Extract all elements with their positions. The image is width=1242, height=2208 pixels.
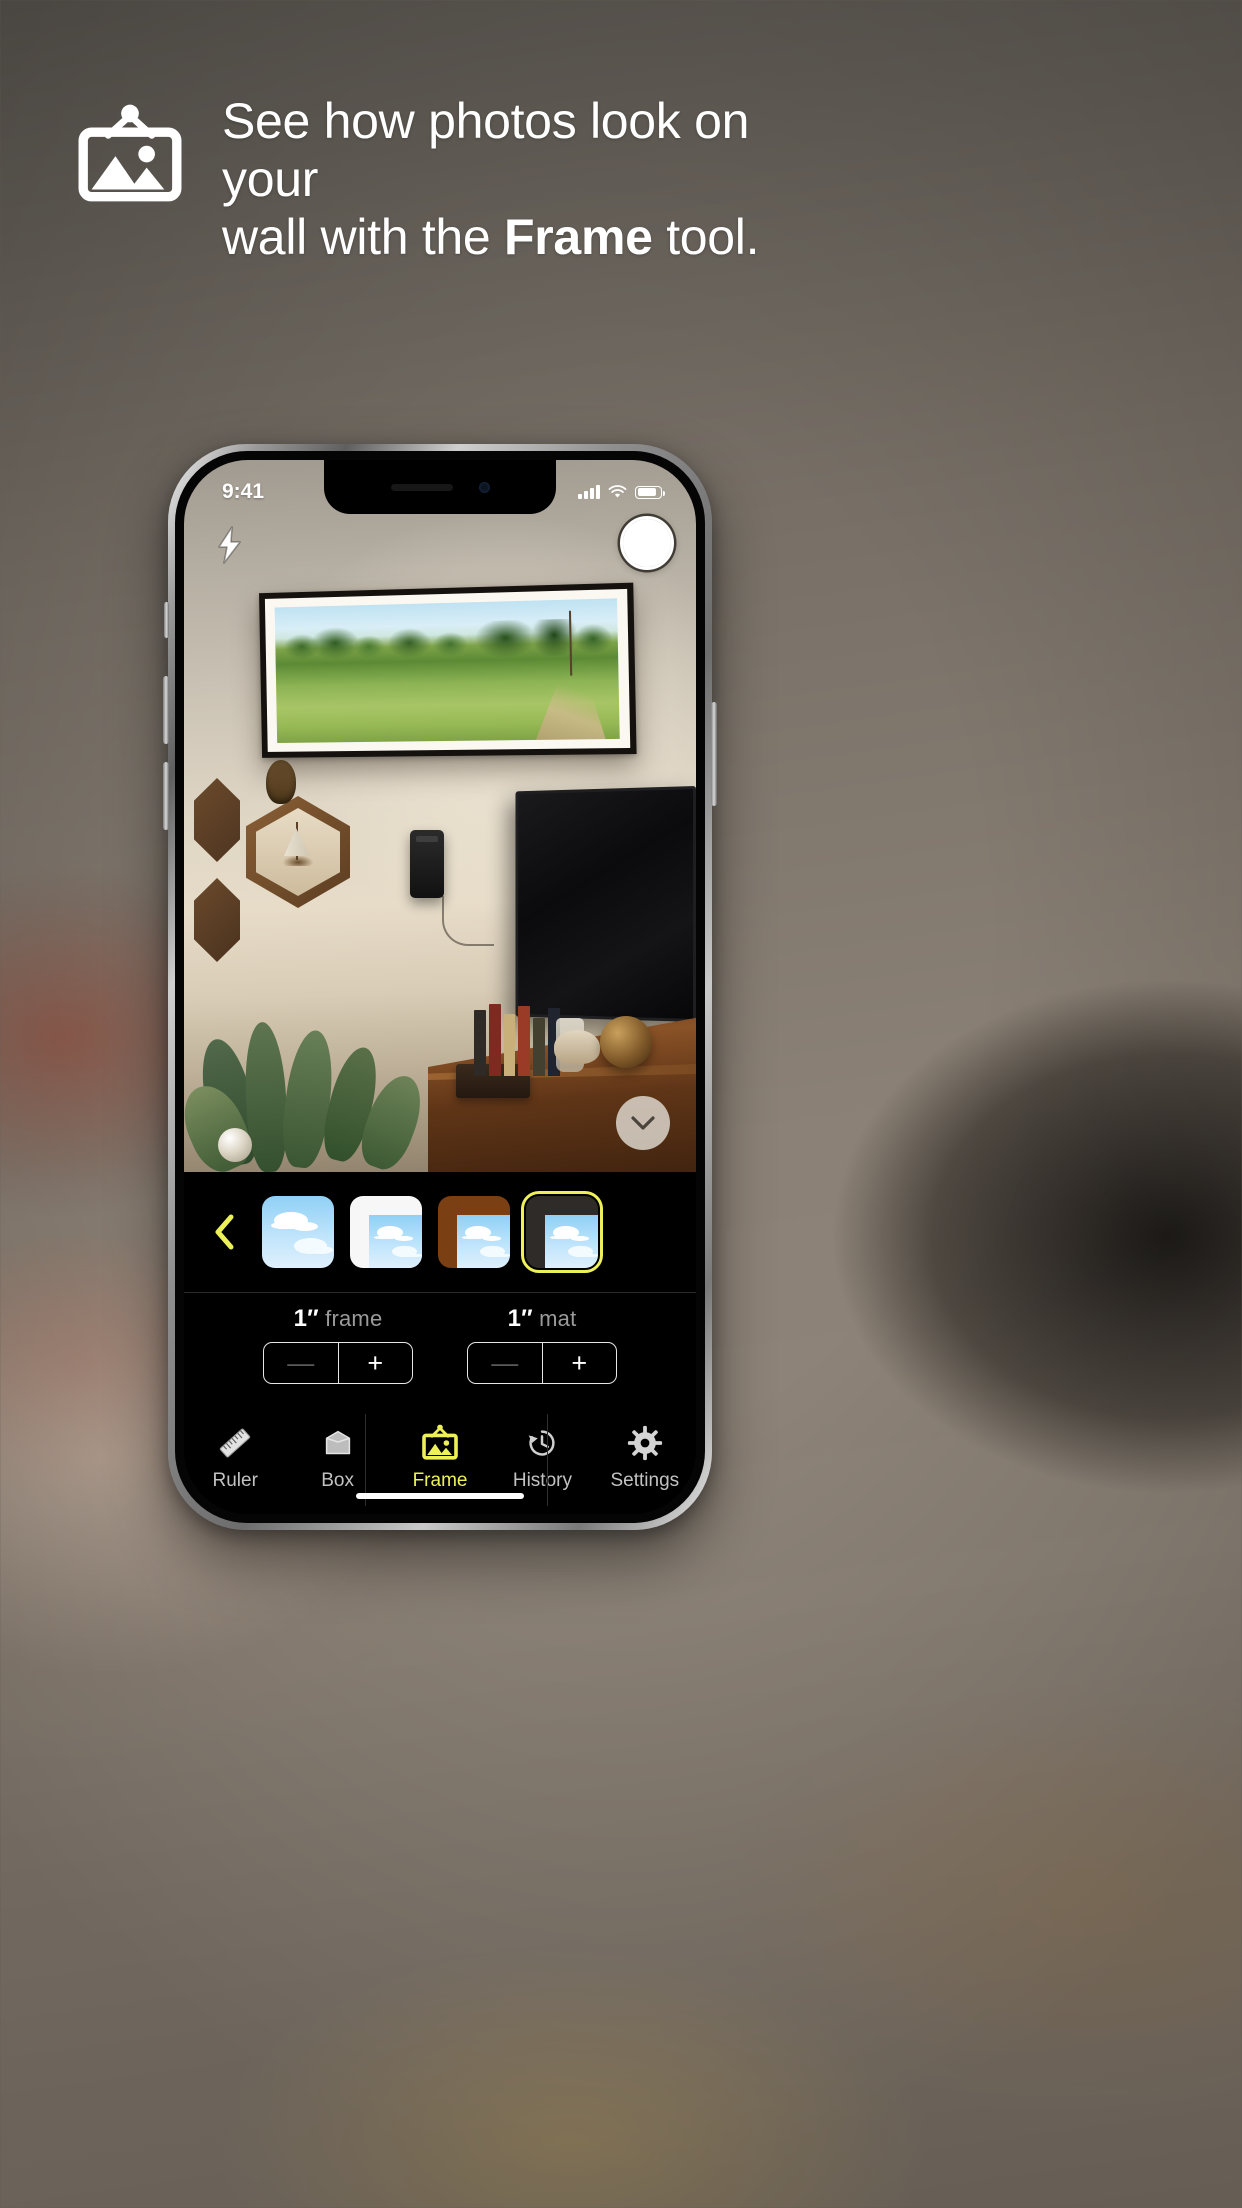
decor-ornament bbox=[218, 1128, 252, 1162]
speaker-wire bbox=[442, 896, 494, 946]
sky-photo-swatch bbox=[262, 1196, 334, 1268]
frame-style-thumb-white[interactable] bbox=[350, 1196, 422, 1268]
frame-style-thumb-brown[interactable] bbox=[438, 1196, 510, 1268]
headline-line-1: See how photos look on your bbox=[222, 93, 750, 207]
framed-picture-icon bbox=[78, 104, 182, 202]
flash-toggle-button[interactable] bbox=[206, 522, 252, 568]
home-indicator[interactable] bbox=[356, 1493, 524, 1499]
shutter-button[interactable] bbox=[620, 516, 674, 570]
chevron-down-icon bbox=[631, 1116, 655, 1130]
frame-width-value: 1″ bbox=[293, 1305, 319, 1332]
silent-switch[interactable] bbox=[164, 602, 169, 638]
tab-ruler[interactable]: Ruler bbox=[184, 1422, 286, 1492]
status-time: 9:41 bbox=[222, 480, 265, 503]
tab-settings-label: Settings bbox=[610, 1470, 680, 1491]
photo-path bbox=[499, 666, 605, 740]
size-adjust-controls: 1″ frame — + 1″ mat — + bbox=[184, 1292, 696, 1408]
volume-up-button[interactable] bbox=[163, 676, 169, 744]
headline-emphasis: Frame bbox=[504, 209, 653, 265]
sky-photo-swatch bbox=[544, 1214, 598, 1268]
wifi-icon bbox=[608, 485, 627, 498]
collapse-panel-button[interactable] bbox=[616, 1096, 670, 1150]
tab-history-label: History bbox=[512, 1470, 572, 1491]
frame-style-thumbnails bbox=[262, 1191, 603, 1273]
power-button[interactable] bbox=[711, 702, 717, 806]
tab-ruler-label: Ruler bbox=[212, 1470, 258, 1491]
volume-down-button[interactable] bbox=[163, 762, 169, 830]
earpiece-speaker bbox=[390, 483, 453, 491]
tabbar-divider-right bbox=[547, 1414, 548, 1506]
gear-icon bbox=[626, 1422, 664, 1464]
signal-bars-icon bbox=[578, 485, 600, 499]
frame-photo-preview bbox=[274, 598, 620, 743]
wall-speaker bbox=[410, 830, 444, 898]
phone-screen: 9:41 1″ frame — + 1″ mat — + Ruler Box F… bbox=[184, 460, 696, 1514]
chevron-left-icon bbox=[215, 1214, 234, 1250]
desk-globe bbox=[600, 1016, 652, 1068]
ar-virtual-frame[interactable] bbox=[259, 582, 637, 758]
tab-settings[interactable]: Settings bbox=[594, 1422, 696, 1492]
mat-width-decrement-button[interactable]: — bbox=[468, 1343, 543, 1383]
tab-frame[interactable]: Frame bbox=[389, 1422, 491, 1492]
frame-style-thumb-dark[interactable] bbox=[521, 1191, 603, 1273]
frame-width-unit: frame bbox=[318, 1306, 383, 1331]
front-camera-icon bbox=[478, 481, 490, 493]
phone-device-mockup: 9:41 1″ frame — + 1″ mat — + Ruler Box F… bbox=[163, 444, 717, 1530]
sky-photo-swatch bbox=[456, 1214, 510, 1268]
mat-width-label: 1″ mat bbox=[508, 1305, 577, 1333]
battery-icon bbox=[635, 485, 665, 499]
mat-width-unit: mat bbox=[532, 1306, 577, 1331]
bottom-tab-bar: Ruler Box Frame History Settings bbox=[184, 1408, 696, 1514]
wall-mounted-tv bbox=[515, 786, 696, 1022]
mat-width-stepper: — + bbox=[467, 1342, 617, 1384]
box-icon bbox=[319, 1422, 357, 1464]
tab-frame-label: Frame bbox=[412, 1470, 468, 1491]
desk-shell bbox=[554, 1030, 600, 1064]
flash-bolt-icon bbox=[218, 526, 241, 564]
camera-viewfinder[interactable]: 9:41 bbox=[184, 460, 696, 1172]
marketing-headline-block: See how photos look on your wall with th… bbox=[78, 92, 1182, 266]
tab-box[interactable]: Box bbox=[286, 1422, 388, 1492]
frame-style-picker bbox=[184, 1172, 696, 1292]
ruler-icon bbox=[216, 1422, 254, 1464]
frame-style-thumb-no-frame[interactable] bbox=[262, 1196, 334, 1268]
sky-photo-swatch bbox=[368, 1214, 422, 1268]
frame-width-increment-button[interactable]: + bbox=[339, 1343, 413, 1383]
phone-bezel: 9:41 1″ frame — + 1″ mat — + Ruler Box F… bbox=[175, 451, 705, 1523]
pinecone-decor bbox=[266, 760, 296, 804]
thumb-photo-area bbox=[368, 1214, 422, 1268]
thumb-photo-area bbox=[544, 1214, 598, 1268]
frame-width-stepper: — + bbox=[263, 1342, 413, 1384]
book-stack bbox=[474, 1004, 560, 1076]
photo-treeline bbox=[274, 618, 619, 662]
tab-box-label: Box bbox=[321, 1470, 354, 1491]
headline-text: See how photos look on your wall with th… bbox=[222, 92, 842, 266]
device-notch bbox=[324, 460, 556, 514]
status-indicators bbox=[578, 485, 665, 499]
mat-width-increment-button[interactable]: + bbox=[543, 1343, 617, 1383]
frame-width-decrement-button[interactable]: — bbox=[264, 1343, 339, 1383]
mat-width-value: 1″ bbox=[507, 1305, 533, 1332]
frame-width-label: 1″ frame bbox=[294, 1305, 383, 1333]
model-ship-decor bbox=[276, 820, 320, 866]
frame-width-control: 1″ frame — + bbox=[263, 1305, 413, 1408]
headline-line-2-pre: wall with the bbox=[222, 209, 505, 265]
style-picker-back-button[interactable] bbox=[202, 1208, 248, 1256]
framed-picture-icon bbox=[420, 1422, 460, 1464]
tab-history[interactable]: History bbox=[491, 1422, 593, 1492]
mat-width-control: 1″ mat — + bbox=[467, 1305, 617, 1408]
headline-line-2-post: tool. bbox=[652, 209, 760, 265]
thumb-photo-area bbox=[456, 1214, 510, 1268]
frame-mat bbox=[264, 588, 631, 752]
clock-history-icon bbox=[523, 1422, 561, 1464]
